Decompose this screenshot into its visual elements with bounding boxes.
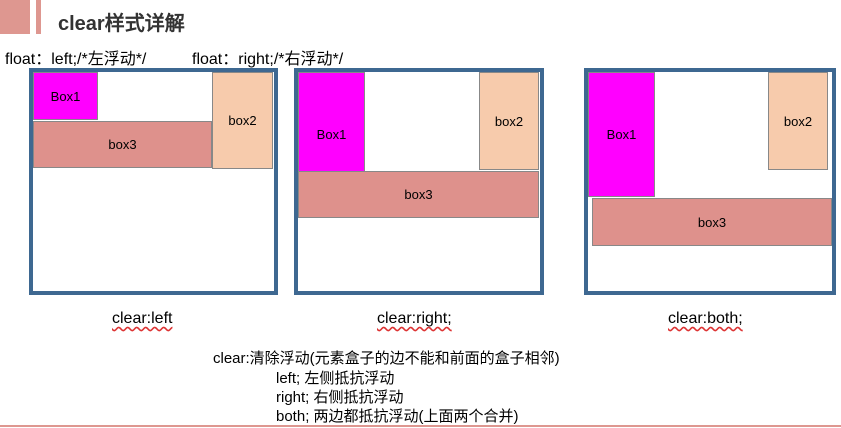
box2: box2 xyxy=(479,72,539,170)
float-right-label: float：right;/*右浮动*/ xyxy=(192,51,344,68)
footer-divider xyxy=(0,425,841,427)
float-left-label: float：left;/*左浮动*/ xyxy=(5,51,147,68)
header-accent-bar xyxy=(36,0,41,34)
caption-clear-right: clear:right; xyxy=(377,310,452,327)
box3: box3 xyxy=(592,198,832,246)
box2: box2 xyxy=(768,72,828,170)
header-accent-block xyxy=(0,0,30,34)
description-line-3: right; 右侧抵抗浮动 xyxy=(276,389,404,406)
page-title: clear样式详解 xyxy=(58,13,185,35)
diagram-clear-both: Box1 box2 box3 xyxy=(584,68,836,295)
description-line-1: clear:清除浮动(元素盒子的边不能和前面的盒子相邻) xyxy=(213,350,560,367)
caption-clear-left: clear:left xyxy=(112,310,173,327)
caption-clear-both: clear:both; xyxy=(668,310,743,327)
diagram-clear-right: Box1 box2 box3 xyxy=(294,68,544,295)
description-line-2: left; 左侧抵抗浮动 xyxy=(276,370,395,387)
box3: box3 xyxy=(33,121,212,168)
description-line-4: both; 两边都抵抗浮动(上面两个合并) xyxy=(276,408,519,425)
box1: Box1 xyxy=(33,72,98,120)
box2: box2 xyxy=(212,72,273,169)
diagram-clear-left: Box1 box2 box3 xyxy=(29,68,278,295)
box1: Box1 xyxy=(588,72,655,197)
box3: box3 xyxy=(298,171,539,218)
